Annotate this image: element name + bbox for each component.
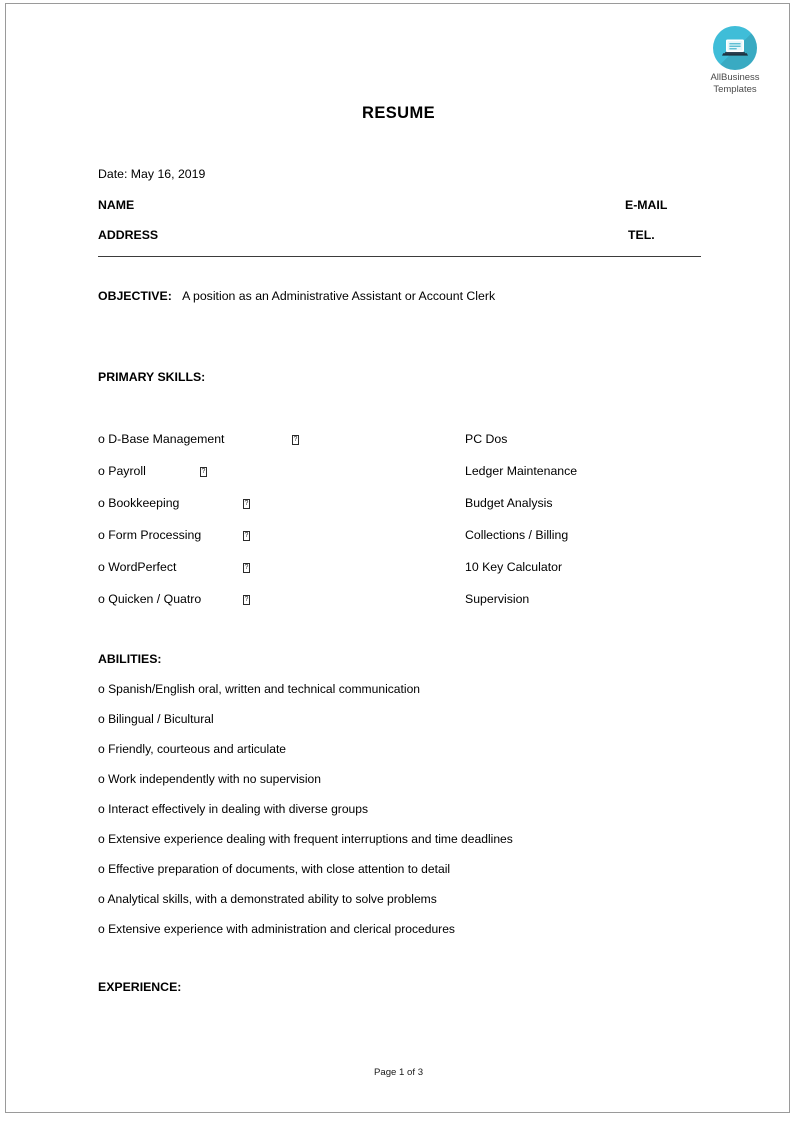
ability-item: o Extensive experience with administrati… [98, 922, 455, 936]
ability-text: Friendly, courteous and articulate [108, 742, 287, 756]
ability-item: o Analytical skills, with a demonstrated… [98, 892, 437, 906]
missing-glyph-icon: ? [243, 595, 250, 605]
missing-glyph-icon: ? [243, 563, 250, 573]
skill-right: 10 Key Calculator [465, 560, 563, 574]
header-divider [98, 256, 701, 257]
address-label: ADDRESS [98, 228, 159, 242]
allbusiness-templates-logo: AllBusiness Templates [694, 26, 776, 95]
skill-row: o Bookkeeping [98, 496, 179, 510]
ability-text: Extensive experience dealing with freque… [108, 832, 513, 846]
experience-heading: EXPERIENCE: [98, 980, 182, 994]
bullet-marker: o [98, 464, 105, 478]
skill-right: Ledger Maintenance [465, 464, 578, 478]
ability-text: Bilingual / Bicultural [108, 712, 214, 726]
objective-text: A position as an Administrative Assistan… [182, 289, 496, 303]
skill-row: o Quicken / Quatro [98, 592, 201, 606]
ability-item: o Extensive experience dealing with freq… [98, 832, 513, 846]
bullet-marker: o [98, 742, 105, 756]
laptop-icon [713, 26, 757, 70]
laptop-glyph [722, 39, 748, 56]
name-label: NAME [98, 198, 135, 212]
bullet-marker: o [98, 496, 105, 510]
skill-name: Quicken / Quatro [108, 592, 202, 606]
skill-row: o WordPerfect [98, 560, 176, 574]
bullet-marker: o [98, 682, 105, 696]
ability-item: o Work independently with no supervision [98, 772, 321, 786]
logo-caption-line1: AllBusiness [710, 72, 760, 83]
skill-row: o D-Base Management [98, 432, 224, 446]
skill-name: Bookkeeping [108, 496, 180, 510]
missing-glyph-icon: ? [292, 435, 299, 445]
bullet-marker: o [98, 922, 105, 936]
objective-line: OBJECTIVE: A position as an Administrati… [98, 289, 495, 303]
bullet-marker: o [98, 432, 105, 446]
skill-row: o Form Processing [98, 528, 201, 542]
skill-name: Payroll [108, 464, 146, 478]
date-line: Date: May 16, 2019 [98, 167, 206, 181]
ability-item: o Interact effectively in dealing with d… [98, 802, 368, 816]
primary-skills-heading: PRIMARY SKILLS: [98, 370, 206, 384]
logo-caption: AllBusiness Templates [694, 72, 776, 95]
missing-glyph-icon: ? [243, 499, 250, 509]
tel-label: TEL. [628, 228, 655, 242]
objective-label: OBJECTIVE: [98, 289, 172, 303]
ability-item: o Friendly, courteous and articulate [98, 742, 286, 756]
logo-caption-line2: Templates [713, 83, 757, 95]
ability-text: Spanish/English oral, written and techni… [108, 682, 421, 696]
ability-item: o Effective preparation of documents, wi… [98, 862, 450, 876]
skill-name: D-Base Management [108, 432, 225, 446]
bullet-marker: o [98, 802, 105, 816]
ability-text: Extensive experience with administration… [108, 922, 455, 936]
bullet-marker: o [98, 772, 105, 786]
bullet-marker: o [98, 832, 105, 846]
bullet-marker: o [98, 892, 105, 906]
missing-glyph-icon: ? [243, 531, 250, 541]
skill-right: Supervision [465, 592, 530, 606]
missing-glyph-icon: ? [200, 467, 207, 477]
bullet-marker: o [98, 862, 105, 876]
document-page: AllBusiness Templates RESUME Date: May 1… [5, 3, 790, 1113]
ability-text: Analytical skills, with a demonstrated a… [107, 892, 437, 906]
skill-right: Collections / Billing [465, 528, 569, 542]
ability-text: Interact effectively in dealing with div… [108, 802, 369, 816]
bullet-marker: o [98, 592, 105, 606]
bullet-marker: o [98, 560, 105, 574]
ability-text: Work independently with no supervision [108, 772, 321, 786]
skill-right: Budget Analysis [465, 496, 553, 510]
skill-right: PC Dos [465, 432, 508, 446]
bullet-marker: o [98, 528, 105, 542]
abilities-heading: ABILITIES: [98, 652, 162, 666]
ability-item: o Bilingual / Bicultural [98, 712, 214, 726]
bullet-marker: o [98, 712, 105, 726]
page-footer: Page 1 of 3 [373, 1067, 424, 1078]
skill-row: o Payroll [98, 464, 146, 478]
ability-item: o Spanish/English oral, written and tech… [98, 682, 420, 696]
skill-name: WordPerfect [108, 560, 177, 574]
ability-text: Effective preparation of documents, with… [108, 862, 451, 876]
page-title: RESUME [362, 104, 435, 122]
skill-name: Form Processing [108, 528, 202, 542]
email-label: E-MAIL [625, 198, 668, 212]
